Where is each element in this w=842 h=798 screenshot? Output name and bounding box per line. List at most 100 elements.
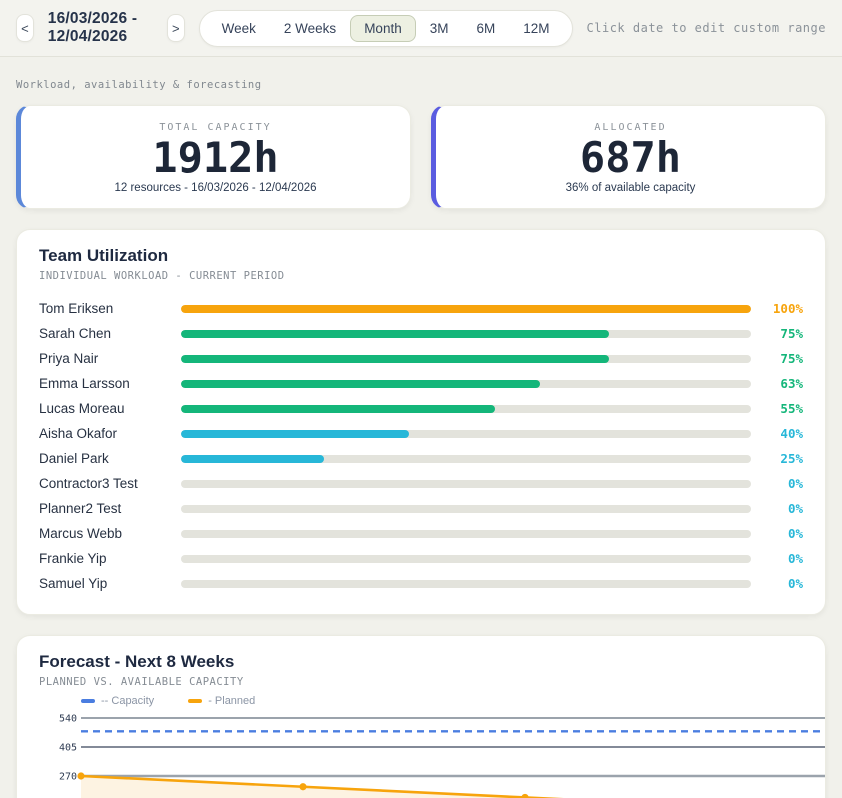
resource-name: Marcus Webb [39,526,181,541]
custom-range-hint: Click date to edit custom range [587,21,826,35]
period-option-2-weeks[interactable]: 2 Weeks [270,15,350,42]
utilization-bar-track[interactable] [181,580,751,588]
legend-swatch-icon [81,699,95,703]
utilization-bar-track[interactable] [181,330,751,338]
period-option-3m[interactable]: 3M [416,15,463,42]
utilization-percent: 55% [751,401,803,416]
next-period-button[interactable]: > [167,14,185,42]
utilization-percent: 100% [751,301,803,316]
utilization-bar-track[interactable] [181,455,751,463]
ytick-270: 270 [59,772,77,783]
utilization-bar-fill [181,430,409,438]
resource-name: Frankie Yip [39,551,181,566]
stat-value: 1912h [31,135,400,181]
team-utilization-panel: Team Utilization INDIVIDUAL WORKLOAD - C… [16,229,826,615]
utilization-percent: 63% [751,376,803,391]
utilization-percent: 0% [751,551,803,566]
period-option-month[interactable]: Month [350,15,416,42]
utilization-row: Samuel Yip 0% [39,571,803,596]
page-subtitle: Workload, availability & forecasting [16,79,826,91]
prev-period-button[interactable]: < [16,14,34,42]
utilization-bar-track[interactable] [181,555,751,563]
utilization-row: Frankie Yip 0% [39,546,803,571]
utilization-bar-track[interactable] [181,305,751,313]
utilization-percent: 0% [751,526,803,541]
utilization-bar-fill [181,330,609,338]
legend-swatch-icon [188,699,202,703]
resource-name: Sarah Chen [39,326,181,341]
utilization-percent: 40% [751,426,803,441]
legend-label: - Planned [208,695,255,707]
utilization-row: Emma Larsson 63% [39,371,803,396]
stat-card: TOTAL CAPACITY 1912h 12 resources - 16/0… [16,105,411,209]
utilization-row: Lucas Moreau 55% [39,396,803,421]
ytick-540: 540 [59,714,77,725]
utilization-subtitle: INDIVIDUAL WORKLOAD - CURRENT PERIOD [39,270,803,282]
period-selector: Week2 WeeksMonth3M6M12M [199,10,573,47]
topbar: < 16/03/2026 - 12/04/2026 > Week2 WeeksM… [0,0,842,57]
utilization-bar-track[interactable] [181,480,751,488]
resource-name: Contractor3 Test [39,476,181,491]
forecast-panel: Forecast - Next 8 Weeks PLANNED VS. AVAI… [16,635,826,798]
date-range-label[interactable]: 16/03/2026 - 12/04/2026 [48,10,153,46]
utilization-bar-fill [181,380,540,388]
utilization-bar-track[interactable] [181,430,751,438]
utilization-bar-fill [181,405,495,413]
utilization-percent: 75% [751,351,803,366]
utilization-row: Priya Nair 75% [39,346,803,371]
utilization-bar-fill [181,355,609,363]
utilization-percent: 0% [751,576,803,591]
forecast-subtitle: PLANNED VS. AVAILABLE CAPACITY [39,676,803,688]
forecast-chart: -- Capacity - Planned 540405270 [17,702,825,798]
utilization-title: Team Utilization [39,246,803,266]
stat-card: ALLOCATED 687h 36% of available capacity [431,105,826,209]
forecast-chart-svg[interactable]: 540 405 270 [17,710,827,798]
ytick-405: 405 [59,743,77,754]
planned-area [81,776,747,798]
utilization-percent: 25% [751,451,803,466]
utilization-bar-track[interactable] [181,530,751,538]
utilization-row: Sarah Chen 75% [39,321,803,346]
utilization-bar-fill [181,305,751,313]
chart-legend: -- Capacity - Planned [81,695,255,707]
resource-name: Aisha Okafor [39,426,181,441]
planned-point-0 [77,773,84,780]
resource-name: Emma Larsson [39,376,181,391]
stats-row: TOTAL CAPACITY 1912h 12 resources - 16/0… [16,105,826,209]
utilization-row: Contractor3 Test 0% [39,471,803,496]
resource-name: Priya Nair [39,351,181,366]
utilization-percent: 0% [751,501,803,516]
period-option-6m[interactable]: 6M [462,15,509,42]
utilization-row: Daniel Park 25% [39,446,803,471]
stat-value: 687h [446,135,815,181]
stat-sub: 36% of available capacity [446,182,815,194]
forecast-title: Forecast - Next 8 Weeks [39,652,803,672]
planned-point-1 [299,783,306,790]
utilization-bar-track[interactable] [181,380,751,388]
utilization-percent: 0% [751,476,803,491]
utilization-bar-track[interactable] [181,505,751,513]
legend-label: -- Capacity [101,695,154,707]
planned-point-2 [521,794,528,798]
stat-label: ALLOCATED [446,122,815,133]
period-option-week[interactable]: Week [208,15,270,42]
legend-item: - Planned [188,695,255,707]
period-option-12m[interactable]: 12M [509,15,563,42]
resource-name: Tom Eriksen [39,301,181,316]
utilization-rows: Tom Eriksen 100% Sarah Chen 75% Priya Na… [39,296,803,596]
utilization-bar-track[interactable] [181,355,751,363]
stat-sub: 12 resources - 16/03/2026 - 12/04/2026 [31,182,400,194]
utilization-row: Planner2 Test 0% [39,496,803,521]
utilization-row: Marcus Webb 0% [39,521,803,546]
utilization-row: Aisha Okafor 40% [39,421,803,446]
resource-name: Lucas Moreau [39,401,181,416]
resource-name: Planner2 Test [39,501,181,516]
utilization-percent: 75% [751,326,803,341]
legend-item: -- Capacity [81,695,154,707]
utilization-bar-track[interactable] [181,405,751,413]
resource-name: Daniel Park [39,451,181,466]
resource-name: Samuel Yip [39,576,181,591]
utilization-row: Tom Eriksen 100% [39,296,803,321]
stat-label: TOTAL CAPACITY [31,122,400,133]
utilization-bar-fill [181,455,324,463]
